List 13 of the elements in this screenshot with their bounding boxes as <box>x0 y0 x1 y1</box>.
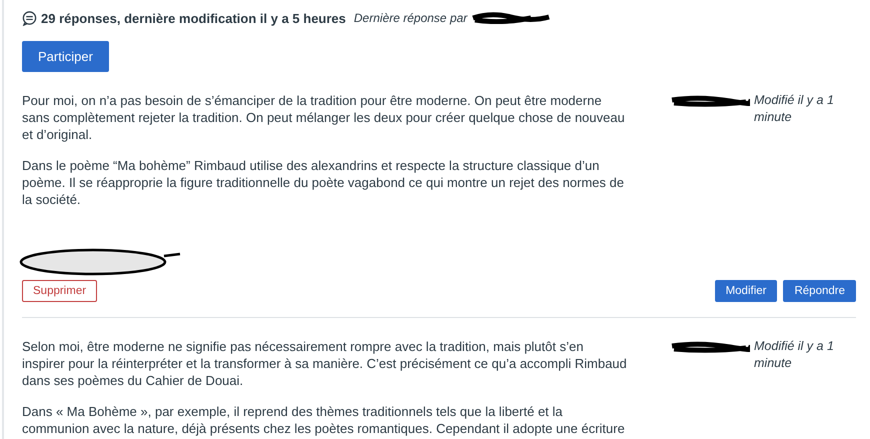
post-paragraph: Dans le poème “Ma bohème” Rimbaud utilise des alexandrins et respecte la structure classique d’un poème. Il se réapproprie la figure traditionnelle du poète vagabond ce qui montre un rejet des normes de la société. <box>22 157 625 208</box>
delete-button[interactable]: Supprimer <box>22 280 98 302</box>
speech-bubble-icon <box>22 10 37 26</box>
last-reply-label: Dernière réponse par <box>354 11 468 25</box>
post-paragraph: Selon moi, être moderne ne signifie pas nécessairement rompre avec la tradition, mais plutôt s’en inspirer pour la réinterpréter et la transformer à sa manière. C’est précisément ce qu’a accompli Rimbaud dans ses poèmes du Cahier de Douai. <box>22 338 627 389</box>
post-paragraph: Pour moi, on n’a pas besoin de s’émanciper de la tradition pour être moderne. On peut être moderne sans complètement rejeter la tradition. On peut mélanger les deux pour créer quelque chose de nouveau et d’original. <box>22 92 626 143</box>
post-paragraph: Dans « Ma Bohème », par exemple, il reprend des thèmes traditionnels tels que la liberté et la communion avec la nature, déjà présents chez les poètes romantiques. Cependant il adopte une écriture <box>22 403 626 437</box>
action-button[interactable]: Répondre <box>783 280 856 302</box>
action-button[interactable]: Modifier <box>714 280 778 302</box>
participate-button[interactable]: Participer <box>22 41 109 72</box>
modified-time: Modifié il y a 1 minute <box>754 338 835 372</box>
modified-time: Modifié il y a 1 minute <box>754 92 835 126</box>
reply-summary: 29 réponses, dernière modification il y a 5 heures <box>41 10 346 26</box>
